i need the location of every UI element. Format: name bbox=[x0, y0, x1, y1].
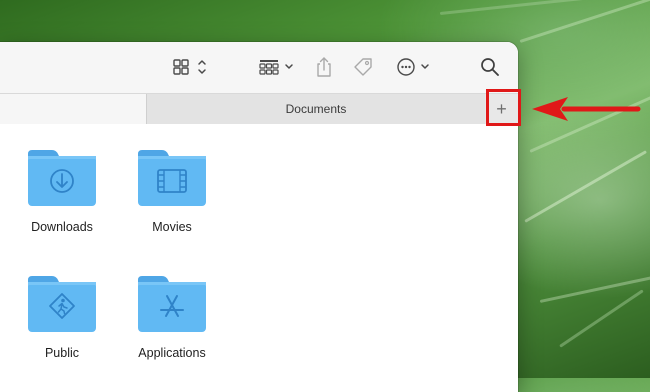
folder-label: Applications bbox=[138, 346, 206, 360]
finder-window: Documents + Downloads Movies Public Appl… bbox=[0, 42, 518, 392]
view-options-button[interactable] bbox=[168, 54, 212, 80]
toolbar bbox=[0, 42, 518, 93]
applications-a-icon bbox=[138, 276, 206, 332]
ellipsis-icon bbox=[397, 58, 429, 76]
folder-public[interactable]: Public bbox=[12, 272, 112, 360]
share-icon bbox=[317, 57, 331, 77]
tag-icon bbox=[354, 58, 372, 76]
share-button[interactable] bbox=[312, 54, 336, 80]
group-icon bbox=[259, 60, 293, 75]
annotation-arrow-icon bbox=[532, 97, 641, 121]
tab-documents[interactable]: Documents bbox=[146, 94, 486, 124]
folder-label: Downloads bbox=[31, 220, 93, 234]
folder-label: Movies bbox=[152, 220, 192, 234]
icon-grid-icon bbox=[173, 59, 206, 75]
folder-applications[interactable]: Applications bbox=[122, 272, 222, 360]
film-icon bbox=[138, 150, 206, 206]
tab-current[interactable] bbox=[0, 94, 146, 124]
file-grid: Downloads Movies Public Applications bbox=[0, 124, 518, 392]
tab-bar: Documents + bbox=[0, 93, 518, 125]
group-button[interactable] bbox=[256, 54, 298, 80]
folder-movies[interactable]: Movies bbox=[122, 146, 222, 234]
tag-button[interactable] bbox=[350, 54, 376, 80]
tab-documents-label: Documents bbox=[285, 102, 347, 116]
folder-label: Public bbox=[44, 346, 80, 360]
annotation-highlight-box bbox=[486, 89, 521, 126]
search-icon bbox=[481, 58, 499, 76]
more-actions-button[interactable] bbox=[394, 54, 434, 80]
download-arrow-icon bbox=[28, 150, 96, 206]
search-button[interactable] bbox=[478, 54, 502, 80]
public-person-icon bbox=[28, 276, 96, 332]
folder-downloads[interactable]: Downloads bbox=[12, 146, 112, 234]
